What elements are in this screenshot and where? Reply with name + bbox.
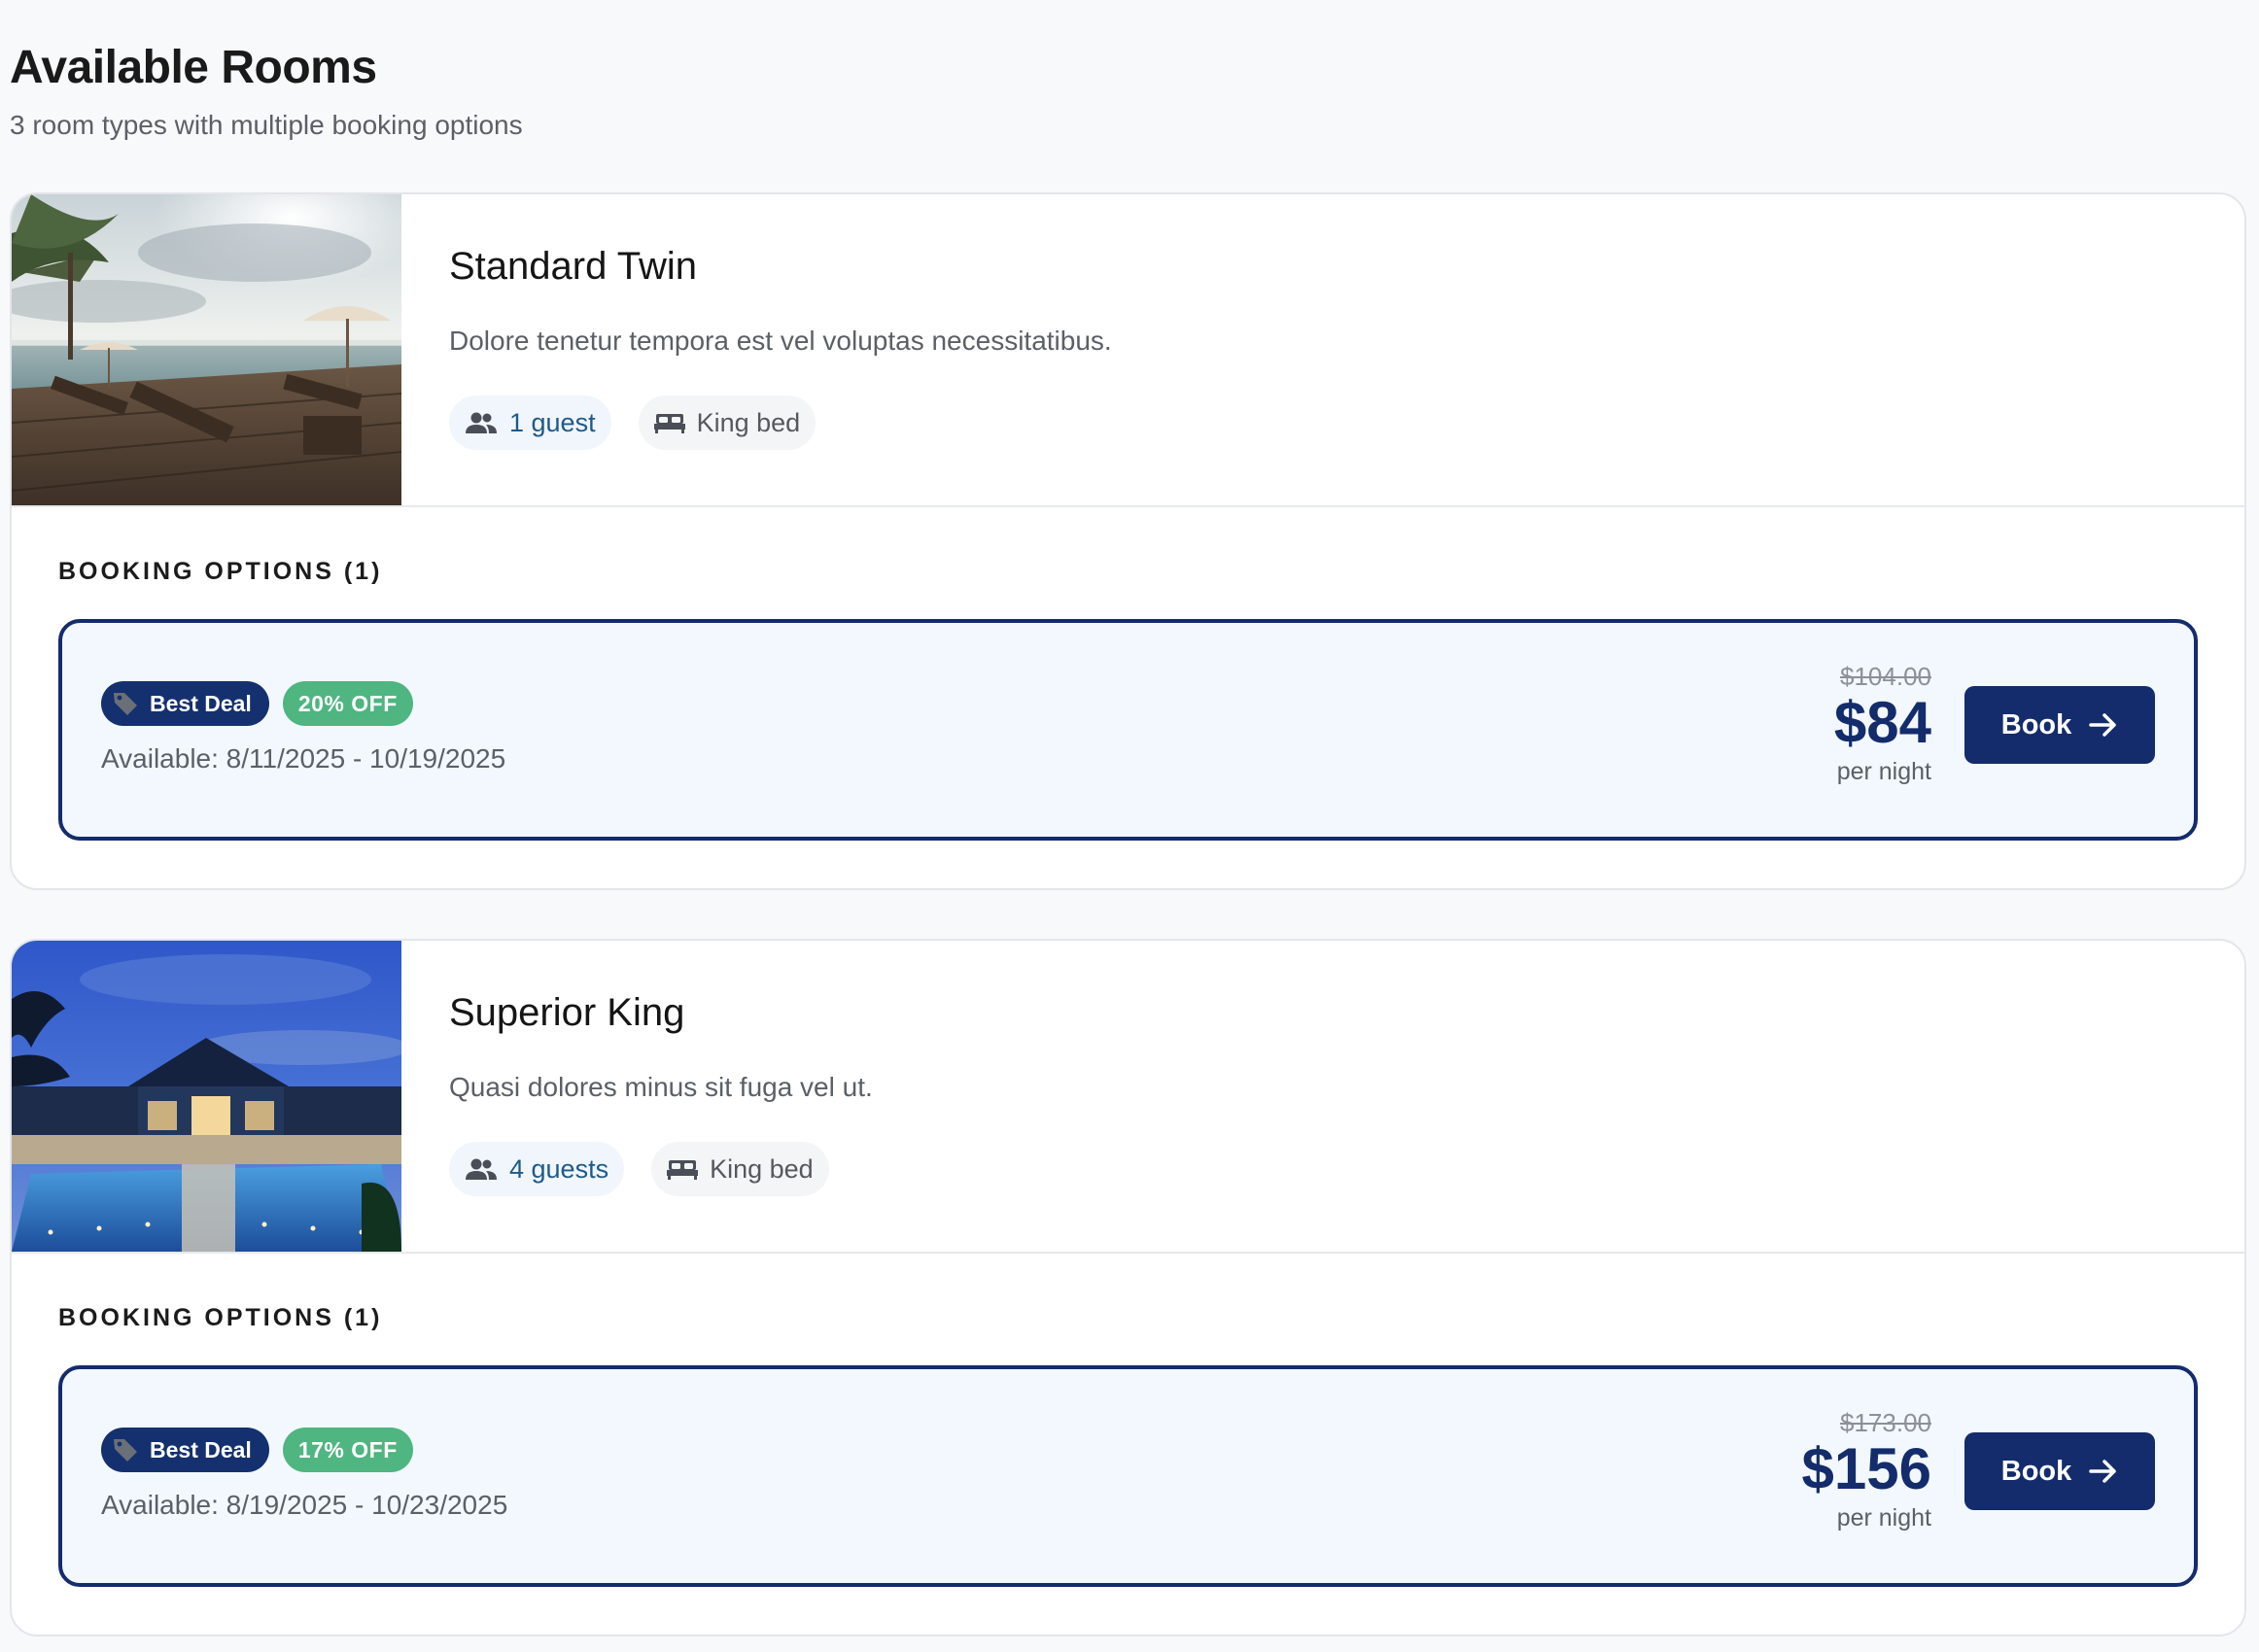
booking-options: BOOKING OPTIONS (1) Best Deal 17% OFF Av…	[12, 1304, 2244, 1587]
book-button[interactable]: Book	[1964, 1432, 2155, 1510]
best-deal-label: Best Deal	[150, 690, 252, 716]
booking-option-details: Best Deal 20% OFF Available: 8/11/2025 -…	[101, 681, 505, 774]
room-card-superior-king: Superior King Quasi dolores minus sit fu…	[10, 939, 2246, 1636]
room-description: Quasi dolores minus sit fuga vel ut.	[449, 1072, 873, 1102]
night-pool-photo	[12, 941, 401, 1252]
discount-badge: 20% OFF	[282, 681, 413, 726]
arrow-right-icon	[2089, 1460, 2116, 1483]
current-price: $84	[1833, 690, 1931, 755]
current-price: $156	[1801, 1436, 1931, 1501]
discount-badge: 17% OFF	[282, 1428, 413, 1472]
original-price: $173.00	[1840, 1408, 1931, 1437]
booking-option-pricing: $173.00 $156 per night Book	[1802, 1408, 2155, 1534]
room-photo[interactable]	[12, 194, 401, 505]
tag-icon	[114, 693, 137, 715]
booking-options-heading: BOOKING OPTIONS (1)	[58, 558, 383, 585]
guests-chip: 1 guest	[449, 396, 611, 450]
booking-option-details: Best Deal 17% OFF Available: 8/19/2025 -…	[101, 1428, 507, 1521]
original-price: $104.00	[1840, 662, 1931, 691]
best-deal-badge: Best Deal	[101, 1428, 269, 1472]
best-deal-label: Best Deal	[150, 1436, 252, 1463]
bed-icon	[667, 1160, 699, 1180]
price-block: $104.00 $84 per night	[1834, 662, 1931, 788]
room-info: Standard Twin Dolore tenetur tempora est…	[449, 245, 1112, 450]
page-title: Available Rooms	[10, 42, 377, 93]
beach-deck-photo	[12, 194, 401, 505]
booking-option: Best Deal 20% OFF Available: 8/11/2025 -…	[58, 619, 2198, 841]
booking-options-heading: BOOKING OPTIONS (1)	[58, 1304, 383, 1331]
guests-icon	[466, 412, 497, 433]
bed-icon	[653, 414, 685, 433]
badges: Best Deal 17% OFF	[101, 1428, 507, 1472]
availability-dates: Available: 8/11/2025 - 10/19/2025	[101, 743, 506, 774]
best-deal-badge: Best Deal	[101, 681, 269, 726]
booking-option: Best Deal 17% OFF Available: 8/19/2025 -…	[58, 1365, 2198, 1587]
room-header: Standard Twin Dolore tenetur tempora est…	[12, 194, 2244, 507]
room-name: Standard Twin	[449, 245, 697, 288]
bed-label: King bed	[710, 1153, 814, 1184]
booking-options: BOOKING OPTIONS (1) Best Deal 20% OFF Av…	[12, 558, 2244, 841]
room-header: Superior King Quasi dolores minus sit fu…	[12, 941, 2244, 1254]
guests-label: 4 guests	[509, 1153, 609, 1184]
room-info: Superior King Quasi dolores minus sit fu…	[449, 991, 873, 1196]
booking-option-pricing: $104.00 $84 per night Book	[1834, 662, 2155, 788]
price-unit: per night	[1836, 758, 1931, 785]
room-features: 4 guests King bed	[449, 1142, 873, 1196]
price-block: $173.00 $156 per night	[1802, 1408, 1931, 1534]
guests-label: 1 guest	[509, 407, 596, 437]
bed-label: King bed	[696, 407, 801, 437]
page-subtitle: 3 room types with multiple booking optio…	[10, 110, 523, 140]
guests-chip: 4 guests	[449, 1142, 625, 1196]
arrow-right-icon	[2089, 713, 2116, 737]
room-features: 1 guest King bed	[449, 396, 1112, 450]
tag-icon	[114, 1439, 137, 1462]
price-unit: per night	[1836, 1504, 1931, 1532]
guests-icon	[466, 1158, 497, 1180]
availability-dates: Available: 8/19/2025 - 10/23/2025	[101, 1490, 508, 1520]
room-description: Dolore tenetur tempora est vel voluptas …	[449, 326, 1112, 356]
room-name: Superior King	[449, 991, 685, 1034]
book-button-label: Book	[2000, 1455, 2072, 1487]
bed-chip: King bed	[638, 396, 817, 450]
book-button[interactable]: Book	[1964, 686, 2155, 764]
room-card-standard-twin: Standard Twin Dolore tenetur tempora est…	[10, 192, 2246, 890]
badges: Best Deal 20% OFF	[101, 681, 505, 726]
room-photo[interactable]	[12, 941, 401, 1252]
book-button-label: Book	[2000, 708, 2072, 740]
bed-chip: King bed	[651, 1142, 829, 1196]
